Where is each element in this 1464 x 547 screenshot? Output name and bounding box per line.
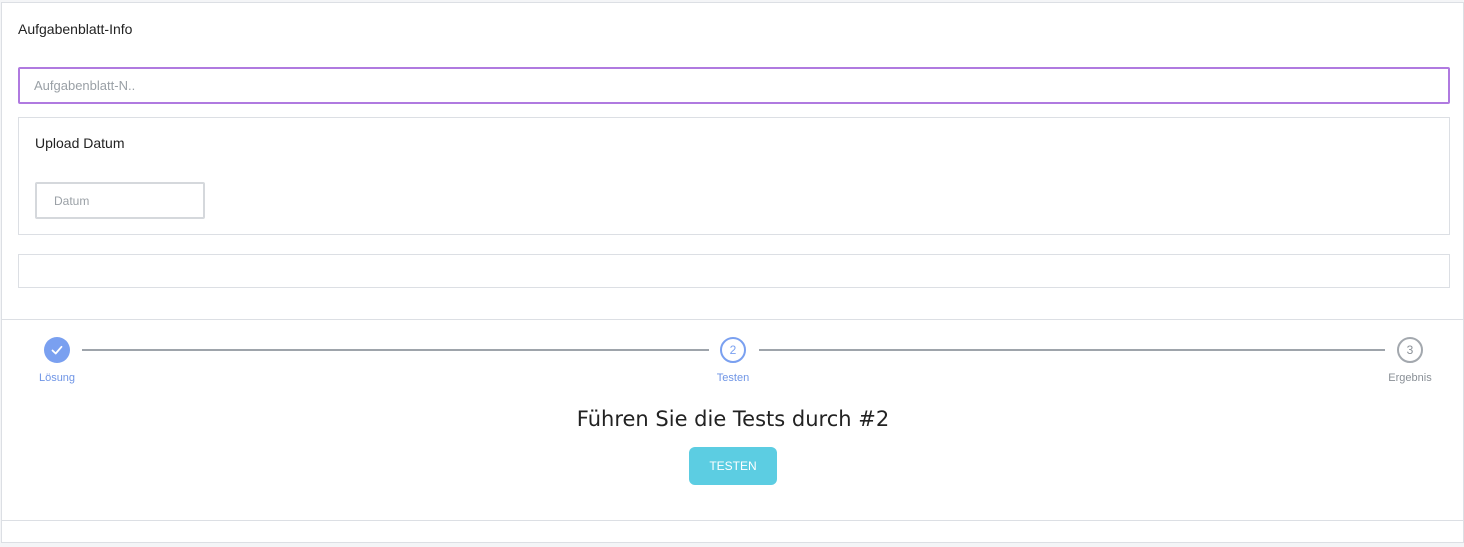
step-connector-1 xyxy=(82,349,709,351)
test-button[interactable]: TESTEN xyxy=(689,447,777,485)
upload-date-section: Upload Datum xyxy=(18,117,1450,235)
date-input[interactable] xyxy=(35,182,205,219)
step-3-label: Ergebnis xyxy=(1388,372,1432,384)
step-2-label: Testen xyxy=(716,372,750,384)
step-heading: Führen Sie die Tests durch #2 xyxy=(576,407,890,431)
stepper-panel: Lösung 2 Testen 3 Ergebnis Führen Sie di… xyxy=(1,319,1463,521)
step-connector-2 xyxy=(759,349,1385,351)
empty-field-box xyxy=(18,254,1450,288)
worksheet-name-input[interactable] xyxy=(18,67,1450,104)
step-2-circle[interactable]: 2 xyxy=(720,337,746,363)
worksheet-info-title: Aufgabenblatt-Info xyxy=(18,21,133,37)
step-3-circle[interactable]: 3 xyxy=(1397,337,1423,363)
check-icon xyxy=(51,345,63,355)
upload-date-title: Upload Datum xyxy=(35,135,125,151)
step-1-check-icon[interactable] xyxy=(44,337,70,363)
step-1-label: Lösung xyxy=(38,372,76,384)
